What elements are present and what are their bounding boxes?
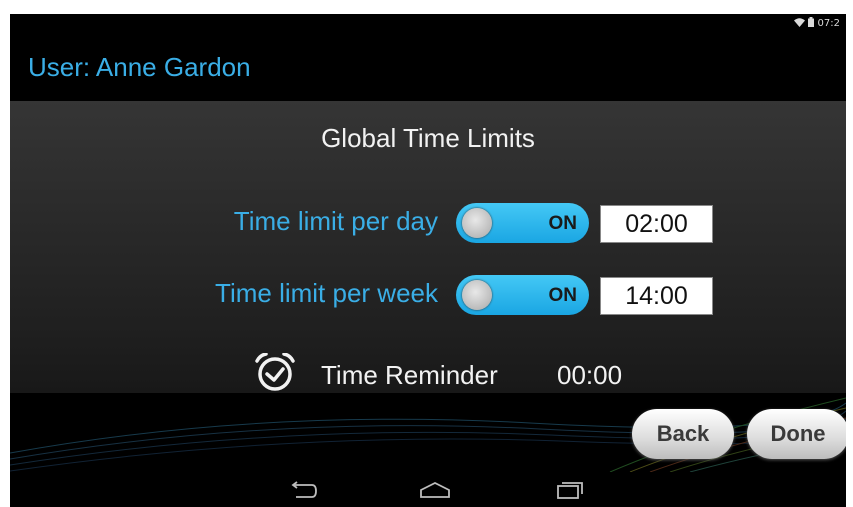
done-button[interactable]: Done	[747, 409, 846, 459]
toggle-state: ON	[548, 285, 578, 306]
toggle-knob	[462, 208, 492, 238]
week-limit-input[interactable]: 14:00	[600, 277, 713, 315]
day-limit-input[interactable]: 02:00	[600, 205, 713, 243]
home-nav-icon[interactable]	[419, 481, 451, 499]
day-limit-toggle[interactable]: ON	[456, 203, 589, 243]
toggle-state: ON	[548, 213, 578, 234]
navigation-bar	[10, 472, 846, 507]
status-bar: 07:2	[10, 14, 846, 34]
battery-icon	[808, 17, 815, 27]
user-header: User: Anne Gardon	[28, 52, 251, 82]
alarm-clock-icon	[255, 353, 295, 391]
week-limit-toggle[interactable]: ON	[456, 275, 589, 315]
wifi-icon	[794, 18, 806, 27]
status-time: 07:2	[817, 18, 840, 29]
week-limit-label: Time limit per week	[215, 278, 438, 308]
toggle-knob	[462, 280, 492, 310]
status-icons: 07:2	[794, 17, 840, 29]
reminder-value: 00:00	[557, 360, 623, 390]
back-nav-icon[interactable]	[288, 481, 318, 499]
time-limits-panel: Global Time Limits Time limit per day ON…	[10, 101, 846, 393]
day-limit-label: Time limit per day	[233, 206, 438, 236]
android-screen: 07:2 User: Anne Gardon Global Time Limit…	[10, 14, 846, 507]
back-button[interactable]: Back	[632, 409, 734, 459]
panel-title: Global Time Limits	[321, 123, 535, 153]
reminder-label: Time Reminder	[321, 360, 498, 390]
recents-nav-icon[interactable]	[556, 481, 584, 499]
